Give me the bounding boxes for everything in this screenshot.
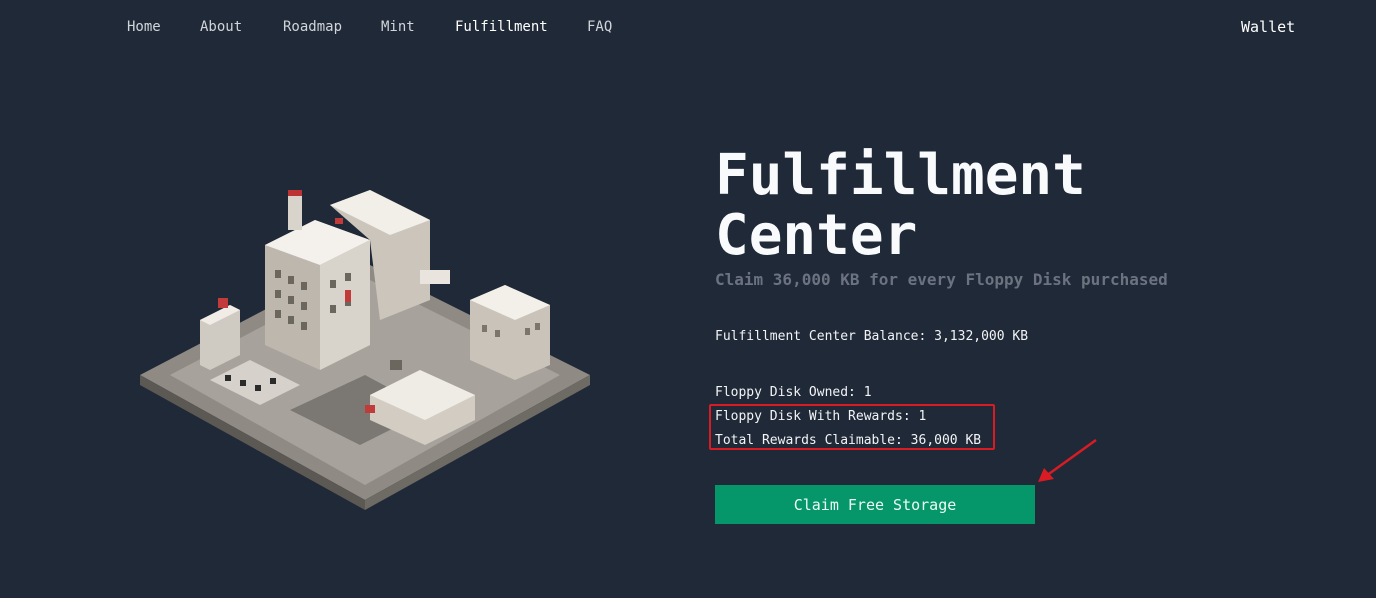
nav-faq[interactable]: FAQ — [587, 19, 612, 35]
page-title: Fulfillment Center — [715, 146, 1315, 266]
top-nav: Home About Roadmap Mint Fulfillment FAQ … — [0, 0, 1376, 56]
annotation-highlight-box — [709, 404, 995, 450]
page-title-line1: Fulfillment — [715, 143, 1086, 208]
nav-about[interactable]: About — [200, 19, 242, 35]
page-subtitle: Claim 36,000 KB for every Floppy Disk pu… — [715, 270, 1168, 289]
floppy-owned: Floppy Disk Owned: 1 — [715, 385, 872, 400]
nav-fulfillment[interactable]: Fulfillment — [455, 19, 548, 35]
nav-mint[interactable]: Mint — [381, 19, 415, 35]
annotation-arrow-icon — [1038, 438, 1097, 482]
page-title-line2: Center — [715, 203, 918, 268]
wallet-button[interactable]: Wallet — [1241, 18, 1295, 36]
pixel-city-illustration — [140, 190, 590, 510]
nav-roadmap[interactable]: Roadmap — [283, 19, 342, 35]
claim-free-storage-button[interactable]: Claim Free Storage — [715, 485, 1035, 524]
fulfillment-balance: Fulfillment Center Balance: 3,132,000 KB — [715, 329, 1029, 344]
nav-home[interactable]: Home — [127, 19, 161, 35]
